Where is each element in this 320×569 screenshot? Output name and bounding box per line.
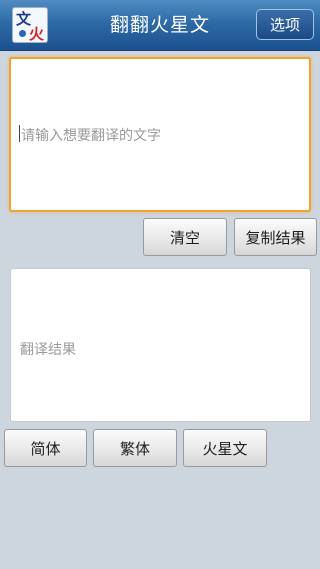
app-header: 文 火 翻翻火星文 选项 xyxy=(0,0,320,51)
options-button[interactable]: 选项 xyxy=(256,9,314,40)
martian-button[interactable]: 火星文 xyxy=(183,429,267,467)
source-text-input[interactable]: 请输入想要翻译的文字 xyxy=(9,57,311,212)
text-cursor xyxy=(19,125,20,142)
input-placeholder: 请输入想要翻译的文字 xyxy=(21,128,161,144)
clear-button[interactable]: 清空 xyxy=(143,218,227,256)
traditional-button[interactable]: 繁体 xyxy=(93,429,177,467)
result-placeholder: 翻译结果 xyxy=(20,342,76,358)
result-output[interactable]: 翻译结果 xyxy=(10,268,311,422)
simplified-button[interactable]: 简体 xyxy=(4,429,87,467)
copy-result-button[interactable]: 复制结果 xyxy=(234,218,317,256)
